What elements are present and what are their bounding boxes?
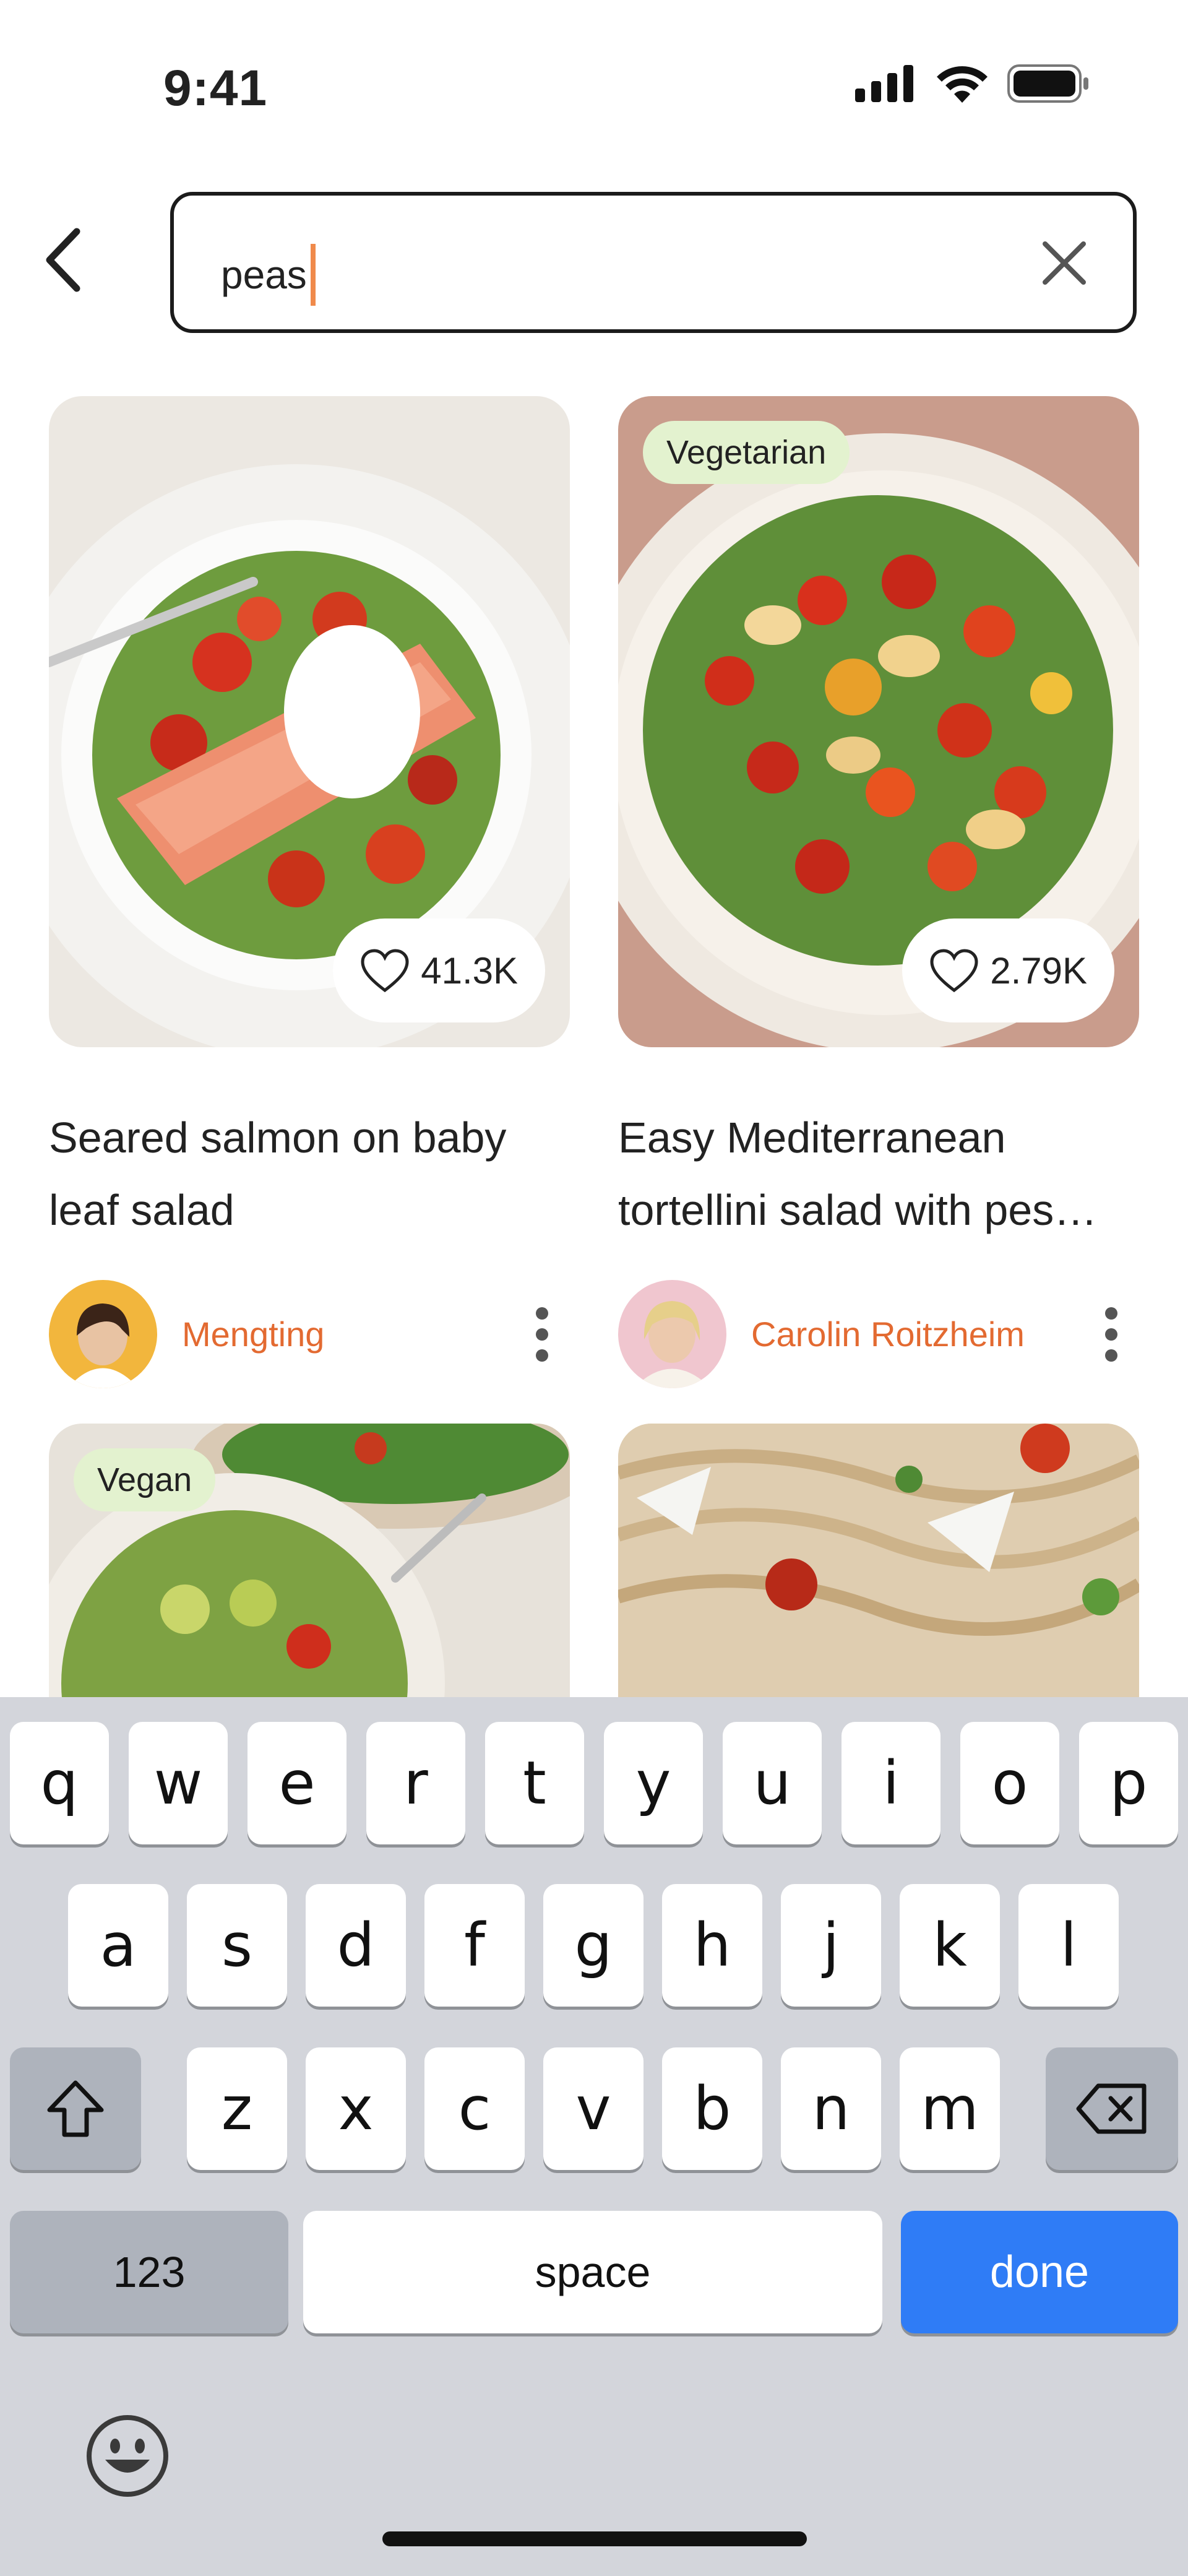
like-button[interactable]: 41.3K bbox=[333, 918, 545, 1022]
backspace-icon bbox=[1076, 2083, 1147, 2134]
close-icon[interactable] bbox=[1039, 238, 1090, 288]
signal-icon bbox=[855, 65, 913, 102]
heart-icon bbox=[361, 949, 409, 993]
numbers-key[interactable]: 123 bbox=[10, 2211, 288, 2333]
search-input[interactable]: peas bbox=[170, 192, 1137, 333]
key-a[interactable]: a bbox=[68, 1884, 168, 2007]
key-l[interactable]: l bbox=[1018, 1884, 1119, 2007]
home-indicator[interactable] bbox=[382, 2531, 807, 2546]
shift-key[interactable] bbox=[10, 2047, 141, 2170]
key-g[interactable]: g bbox=[543, 1884, 644, 2007]
recipe-image[interactable]: 41.3K bbox=[49, 396, 570, 1047]
key-n[interactable]: n bbox=[781, 2047, 881, 2170]
done-key[interactable]: done bbox=[901, 2211, 1178, 2333]
recipe-card[interactable]: Vegetarian 2.79K Easy Mediterranean tort… bbox=[618, 396, 1139, 1388]
key-m[interactable]: m bbox=[900, 2047, 1000, 2170]
key-v[interactable]: v bbox=[543, 2047, 644, 2170]
wifi-icon bbox=[937, 66, 988, 103]
key-d[interactable]: d bbox=[306, 1884, 406, 2007]
avatar[interactable] bbox=[49, 1280, 157, 1388]
battery-icon bbox=[1007, 64, 1088, 103]
key-c[interactable]: c bbox=[424, 2047, 525, 2170]
diet-tag: Vegan bbox=[74, 1448, 216, 1511]
key-t[interactable]: t bbox=[485, 1722, 584, 1844]
more-options-icon[interactable] bbox=[1102, 1307, 1121, 1362]
key-r[interactable]: r bbox=[366, 1722, 465, 1844]
chevron-left-icon[interactable] bbox=[37, 223, 93, 297]
keyboard: q w e r t y u i o p a s d f g h j k l z … bbox=[0, 1697, 1188, 2576]
like-button[interactable]: 2.79K bbox=[902, 918, 1114, 1022]
recipe-title[interactable]: Easy Mediterranean tortellini salad with… bbox=[618, 1102, 1139, 1247]
emoji-icon[interactable] bbox=[85, 2414, 170, 2498]
key-q[interactable]: q bbox=[10, 1722, 109, 1844]
diet-tag: Vegetarian bbox=[643, 421, 850, 484]
key-x[interactable]: x bbox=[306, 2047, 406, 2170]
author-row: Carolin Roitzheim bbox=[618, 1280, 1139, 1388]
key-s[interactable]: s bbox=[187, 1884, 287, 2007]
heart-icon bbox=[930, 949, 978, 993]
key-y[interactable]: y bbox=[604, 1722, 703, 1844]
like-count: 2.79K bbox=[990, 949, 1087, 992]
recipe-image[interactable]: Vegetarian 2.79K bbox=[618, 396, 1139, 1047]
key-j[interactable]: j bbox=[781, 1884, 881, 2007]
text-caret bbox=[310, 244, 316, 306]
key-k[interactable]: k bbox=[900, 1884, 1000, 2007]
key-i[interactable]: i bbox=[842, 1722, 940, 1844]
key-z[interactable]: z bbox=[187, 2047, 287, 2170]
shift-icon bbox=[47, 2080, 104, 2137]
recipe-card[interactable]: 41.3K Seared salmon on baby leaf salad M… bbox=[49, 396, 570, 1388]
key-f[interactable]: f bbox=[424, 1884, 525, 2007]
search-query: peas bbox=[221, 253, 307, 297]
author-row: Mengting bbox=[49, 1280, 570, 1388]
avatar[interactable] bbox=[618, 1280, 726, 1388]
recipe-title[interactable]: Seared salmon on baby leaf salad bbox=[49, 1102, 570, 1247]
key-h[interactable]: h bbox=[662, 1884, 762, 2007]
key-o[interactable]: o bbox=[960, 1722, 1059, 1844]
status-time: 9:41 bbox=[163, 60, 268, 116]
author-name[interactable]: Carolin Roitzheim bbox=[751, 1314, 1025, 1354]
author-name[interactable]: Mengting bbox=[182, 1314, 324, 1354]
backspace-key[interactable] bbox=[1046, 2047, 1178, 2170]
key-e[interactable]: e bbox=[248, 1722, 346, 1844]
key-p[interactable]: p bbox=[1079, 1722, 1178, 1844]
more-options-icon[interactable] bbox=[533, 1307, 551, 1362]
key-w[interactable]: w bbox=[129, 1722, 228, 1844]
key-u[interactable]: u bbox=[723, 1722, 822, 1844]
space-key[interactable]: space bbox=[303, 2211, 882, 2333]
status-icons bbox=[855, 64, 1089, 103]
key-b[interactable]: b bbox=[662, 2047, 762, 2170]
like-count: 41.3K bbox=[421, 949, 518, 992]
